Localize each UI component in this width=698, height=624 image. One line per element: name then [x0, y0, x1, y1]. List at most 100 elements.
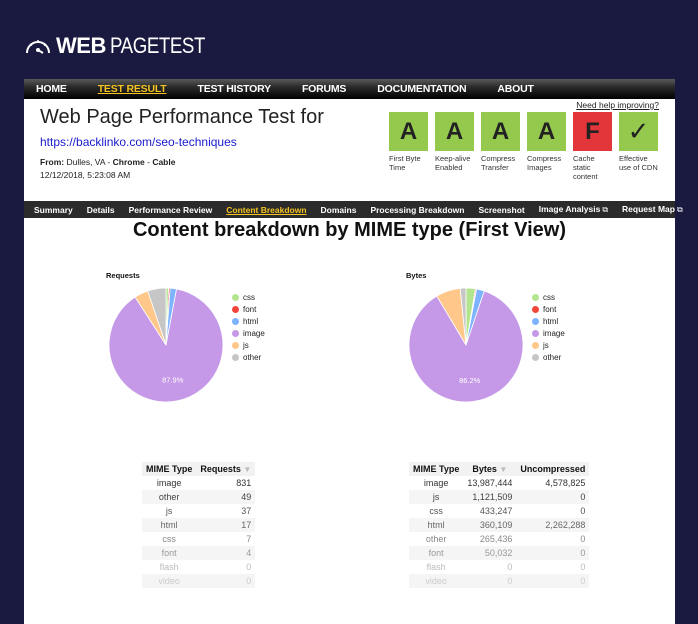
- table-row: video 0: [142, 574, 256, 588]
- table-row: font 4: [142, 546, 256, 560]
- speedometer-icon: [26, 40, 50, 54]
- pie-svg: 86.2%: [408, 287, 524, 403]
- grade-label: Keep-alive Enabled: [435, 154, 471, 172]
- legend-swatch: [532, 353, 539, 361]
- value-cell: 4,578,825: [545, 478, 586, 488]
- external-link-icon: ⧉: [602, 205, 609, 214]
- legend-label: other: [243, 352, 262, 362]
- grade-compress-transfer[interactable]: A Compress Transfer: [481, 112, 520, 181]
- value-cell: 0: [196, 574, 256, 588]
- tab-summary[interactable]: Summary: [34, 205, 73, 215]
- table-row: font 50,032 0: [409, 546, 590, 560]
- legend-label: other: [543, 352, 562, 362]
- col-mime-type[interactable]: MIME Type: [142, 462, 197, 476]
- chart-legend: css font html image js other: [532, 291, 565, 363]
- mime-type-cell: font: [142, 546, 197, 560]
- value-cell: 50,032: [463, 546, 517, 560]
- legend-label: html: [543, 316, 559, 326]
- bytes-table: MIME Type Bytes ▼ Uncompressed image 13,9…: [409, 462, 590, 588]
- table-row: image 13,987,444 4,578,825: [409, 476, 589, 490]
- grade-label: Compress Transfer: [481, 154, 516, 172]
- tab-details[interactable]: Details: [87, 205, 115, 215]
- tab-screenshot[interactable]: Screenshot: [478, 205, 524, 215]
- legend-item-font[interactable]: font: [532, 303, 565, 315]
- col-uncompressed[interactable]: Uncompressed: [516, 462, 590, 476]
- table-row: css 433,247 0: [409, 504, 589, 518]
- tab-image-analysis[interactable]: Image Analysis ⧉: [539, 204, 608, 215]
- logo-text-bold: WEB: [56, 33, 106, 58]
- mime-type-cell: image: [156, 478, 182, 488]
- legend-item-image[interactable]: image: [232, 327, 265, 339]
- legend-item-js[interactable]: js: [532, 339, 565, 351]
- legend-item-js[interactable]: js: [232, 339, 265, 351]
- legend-item-css[interactable]: css: [232, 291, 265, 303]
- legend-swatch: [532, 341, 539, 349]
- browser: Chrome: [112, 157, 145, 167]
- tab-request-map[interactable]: Request Map ⧉: [622, 204, 683, 215]
- logo[interactable]: WEB PAGETEST: [24, 33, 222, 59]
- legend-swatch: [232, 329, 239, 337]
- value-cell: 7: [246, 534, 252, 544]
- tab-content-breakdown[interactable]: Content Breakdown: [226, 205, 306, 215]
- value-cell: 0: [516, 490, 590, 504]
- legend-item-other[interactable]: other: [232, 351, 265, 363]
- connection: Cable: [152, 157, 176, 167]
- nav-test-result[interactable]: TEST RESULT: [98, 83, 167, 95]
- table-row: image 831: [142, 476, 255, 490]
- value-cell: 0: [507, 562, 513, 572]
- pie-svg: 87.9%: [108, 287, 224, 403]
- legend-swatch: [532, 317, 539, 325]
- mime-type-cell: html: [142, 518, 197, 532]
- grade-badge: A: [527, 112, 566, 151]
- mime-type-cell: font: [409, 546, 464, 560]
- value-cell: 13,987,444: [467, 478, 513, 488]
- col-bytes[interactable]: Bytes ▼: [463, 462, 517, 476]
- mime-type-cell: video: [409, 574, 464, 588]
- legend-item-html[interactable]: html: [532, 315, 565, 327]
- grade-first-byte-time[interactable]: A First Byte Time: [389, 112, 428, 181]
- legend-item-html[interactable]: html: [232, 315, 265, 327]
- table-row: css 7: [142, 532, 255, 546]
- nav-test-history[interactable]: TEST HISTORY: [197, 83, 271, 95]
- nav-forums[interactable]: FORUMS: [302, 83, 346, 95]
- grade-cdn[interactable]: ✓ Effective use of CDN: [619, 112, 658, 181]
- tab-processing-breakdown[interactable]: Processing Breakdown: [370, 205, 464, 215]
- col-mime-type[interactable]: MIME Type: [409, 462, 464, 476]
- help-improving-link[interactable]: Need help improving?: [576, 100, 659, 110]
- table-row: html 17: [142, 518, 256, 532]
- nav-home[interactable]: HOME: [36, 83, 67, 95]
- sort-desc-icon: ▼: [243, 465, 252, 474]
- from-label: From:: [40, 157, 65, 167]
- legend-label: js: [543, 340, 549, 350]
- tab-domains[interactable]: Domains: [321, 205, 357, 215]
- legend-item-css[interactable]: css: [532, 291, 565, 303]
- table-row: other 49: [142, 490, 256, 504]
- nav-documentation[interactable]: DOCUMENTATION: [377, 83, 466, 95]
- page-container: HOME TEST RESULT TEST HISTORY FORUMS DOC…: [24, 79, 683, 624]
- col-requests[interactable]: Requests ▼: [196, 462, 256, 476]
- legend-item-image[interactable]: image: [532, 327, 565, 339]
- table-row: video 0 0: [409, 574, 590, 588]
- nav-about[interactable]: ABOUT: [497, 83, 534, 95]
- mime-type-cell: flash: [159, 562, 179, 572]
- page-title: Web Page Performance Test for: [40, 106, 324, 128]
- grade-compress-images[interactable]: A Compress Images: [527, 112, 566, 181]
- grade-keep-alive[interactable]: A Keep-alive Enabled: [435, 112, 474, 181]
- legend-swatch: [232, 341, 239, 349]
- mime-type-cell: image: [423, 478, 449, 488]
- logo-text-light: PAGETEST: [109, 33, 205, 58]
- legend-label: css: [543, 292, 555, 302]
- mime-type-cell: other: [142, 490, 197, 504]
- tab-performance-review[interactable]: Performance Review: [129, 205, 213, 215]
- location: Dulles, VA: [66, 157, 106, 167]
- value-cell: 0: [580, 534, 586, 544]
- results-subnav: Summary Details Performance Review Conte…: [24, 201, 683, 218]
- legend-item-font[interactable]: font: [232, 303, 265, 315]
- grade-cache-static[interactable]: F Cache static content: [573, 112, 612, 181]
- legend-item-other[interactable]: other: [532, 351, 565, 363]
- chart-title: Bytes: [406, 271, 427, 280]
- legend-swatch: [532, 329, 539, 337]
- grades: A First Byte Time A Keep-alive Enabled A C…: [389, 112, 658, 181]
- tested-url-link[interactable]: https://backlinko.com/seo-techniques: [40, 135, 237, 149]
- legend-label: image: [243, 328, 265, 338]
